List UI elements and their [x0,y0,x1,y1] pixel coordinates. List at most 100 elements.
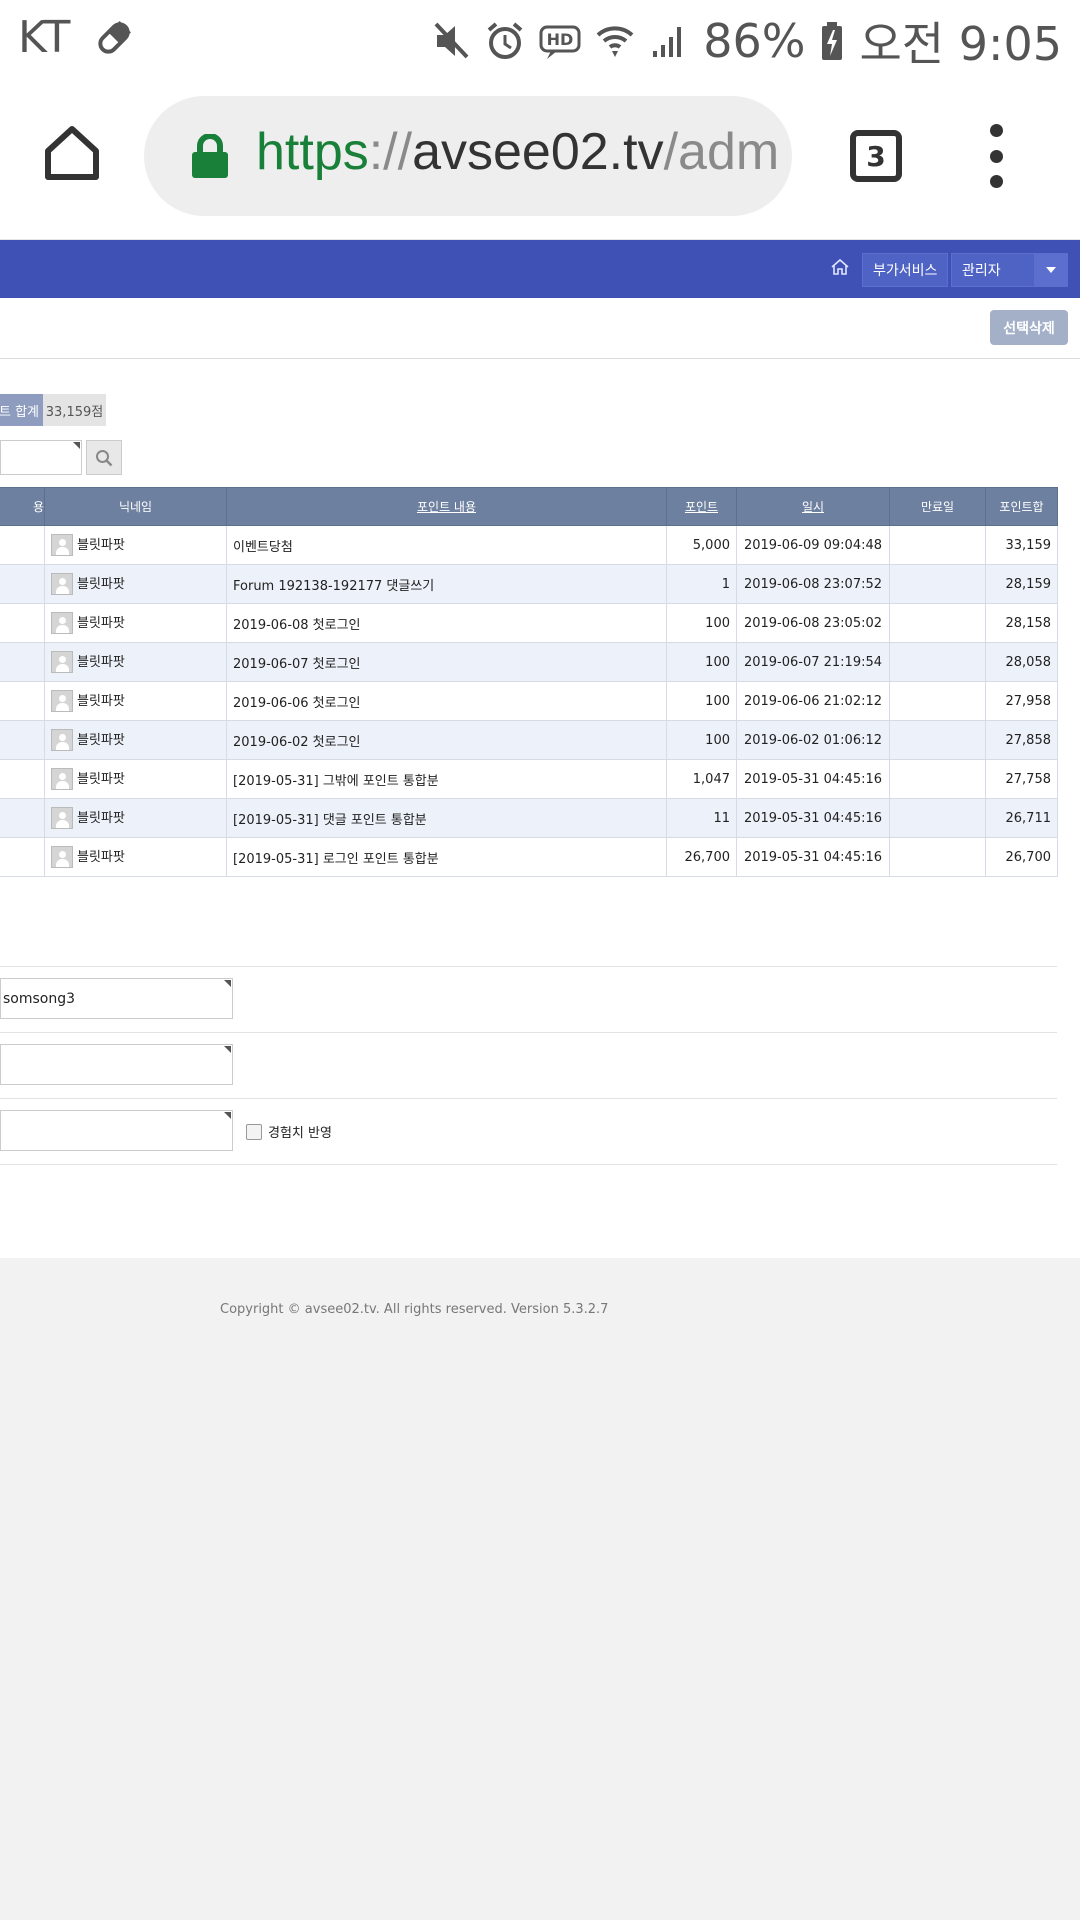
content-cell: 2019-06-08 첫로그인 [226,603,667,643]
browser-menu-button[interactable] [986,124,1006,188]
expiry-cell [889,642,986,682]
home-icon[interactable] [830,257,850,277]
svg-text:HD: HD [547,30,574,49]
nickname-cell[interactable]: 블릿파팟 [44,564,227,604]
col-header-datetime[interactable]: 일시 [736,487,890,526]
reflect-exp-option[interactable]: 경험치 반영 [246,1122,332,1141]
table-row: 블릿파팟 2019-06-06 첫로그인 100 2019-06-06 21:0… [0,681,1058,721]
search-icon [96,449,113,466]
expiry-cell [889,564,986,604]
table-row: 블릿파팟 2019-06-02 첫로그인 100 2019-06-02 01:0… [0,720,1058,760]
table-row: 블릿파팟 2019-06-08 첫로그인 100 2019-06-08 23:0… [0,603,1058,643]
col-header-content[interactable]: 포인트 내용 [226,487,667,526]
row-cell-0 [0,681,45,721]
admin-top-nav: 부가서비스 관리자 [0,240,1080,298]
nickname-cell[interactable]: 블릿파팟 [44,603,227,643]
wifi-icon [595,21,635,61]
point-cell: 26,700 [666,837,737,877]
col-header-point[interactable]: 포인트 [666,487,737,526]
content-cell: 2019-06-07 첫로그인 [226,642,667,682]
content-cell: Forum 192138-192177 댓글쓰기 [226,564,667,604]
col-header-0: 용 [0,487,45,526]
caret-down-icon [1046,267,1056,273]
browser-toolbar: https://avsee02.tv/adm 3 [0,76,1080,240]
points-table: 용 닉네임 포인트 내용 포인트 일시 만료일 포인트합 블릿파팟 이벤트당첨 … [0,487,1058,877]
point-cell: 100 [666,720,737,760]
datetime-cell: 2019-06-06 21:02:12 [736,681,890,721]
divider [0,1098,1057,1099]
row-cell-0 [0,837,45,877]
search-input[interactable] [0,440,82,475]
point-cell: 1 [666,564,737,604]
avatar [51,573,73,596]
home-icon [45,126,99,180]
nickname-cell[interactable]: 블릿파팟 [44,798,227,838]
table-header: 용 닉네임 포인트 내용 포인트 일시 만료일 포인트합 [0,487,1058,526]
address-bar[interactable]: https://avsee02.tv/adm [144,96,792,216]
expiry-cell [889,798,986,838]
battery-percent: 86% [703,14,806,68]
point-amount-field[interactable] [0,1110,233,1151]
expiry-cell [889,837,986,877]
datetime-cell: 2019-05-31 04:45:16 [736,798,890,838]
copyright-text: Copyright © avsee02.tv. All rights reser… [220,1302,609,1317]
admin-dropdown-toggle[interactable] [1034,253,1068,287]
admin-menu-button[interactable]: 관리자 [951,253,1035,287]
datetime-cell: 2019-06-09 09:04:48 [736,525,890,565]
point-cell: 100 [666,642,737,682]
avatar [51,651,73,674]
datetime-cell: 2019-06-08 23:05:02 [736,603,890,643]
content-cell: 2019-06-02 첫로그인 [226,720,667,760]
signal-icon [649,21,689,61]
total-cell: 27,958 [985,681,1058,721]
table-row: 블릿파팟 이벤트당첨 5,000 2019-06-09 09:04:48 33,… [0,525,1058,565]
divider [0,966,1057,967]
avatar [51,612,73,635]
clock: 오전 9:05 [859,17,1062,71]
alarm-icon [485,21,525,61]
expiry-cell [889,525,986,565]
tab-switcher-button[interactable]: 3 [850,130,902,182]
table-row: 블릿파팟 2019-06-07 첫로그인 100 2019-06-07 21:1… [0,642,1058,682]
content-cell: [2019-05-31] 로그인 포인트 통합분 [226,837,667,877]
nickname-cell[interactable]: 블릿파팟 [44,681,227,721]
nickname-cell[interactable]: 블릿파팟 [44,642,227,682]
search-button[interactable] [86,440,122,475]
nickname-cell[interactable]: 블릿파팟 [44,759,227,799]
total-cell: 26,711 [985,798,1058,838]
expiry-cell [889,603,986,643]
content-cell: 이벤트당첨 [226,525,667,565]
avatar [51,690,73,713]
home-button[interactable] [40,121,104,185]
url-text: https://avsee02.tv/adm [256,123,780,181]
nickname-cell[interactable]: 블릿파팟 [44,525,227,565]
reflect-exp-label: 경험치 반영 [268,1126,332,1141]
nickname-cell[interactable]: 블릿파팟 [44,720,227,760]
content-cell: 2019-06-06 첫로그인 [226,681,667,721]
delete-selected-button[interactable]: 선택삭제 [990,310,1068,345]
content-cell: [2019-05-31] 그밖에 포인트 통합분 [226,759,667,799]
admin-page: 부가서비스 관리자 선택삭제 트 합계 33,159점 용 닉네임 포인트 내용… [0,240,1080,1920]
point-cell: 5,000 [666,525,737,565]
footer: Copyright © avsee02.tv. All rights reser… [0,1258,1080,1920]
table-row: 블릿파팟 [2019-05-31] 댓글 포인트 통합분 11 2019-05-… [0,798,1058,838]
total-cell: 33,159 [985,525,1058,565]
point-cell: 100 [666,681,737,721]
nickname-cell[interactable]: 블릿파팟 [44,837,227,877]
carrier-label: KT [18,12,71,63]
point-content-field[interactable] [0,1044,233,1085]
expiry-cell [889,681,986,721]
mute-icon [433,21,471,61]
member-id-field[interactable]: somsong3 [0,978,233,1019]
divider [0,358,1080,359]
reflect-exp-checkbox[interactable] [246,1123,262,1140]
extra-services-button[interactable]: 부가서비스 [862,253,949,287]
expiry-cell [889,720,986,760]
total-cell: 28,058 [985,642,1058,682]
expiry-cell [889,759,986,799]
total-cell: 28,158 [985,603,1058,643]
battery-charging-icon [819,20,845,62]
point-total-value: 33,159점 [43,394,106,426]
datetime-cell: 2019-06-07 21:19:54 [736,642,890,682]
avatar [51,768,73,791]
